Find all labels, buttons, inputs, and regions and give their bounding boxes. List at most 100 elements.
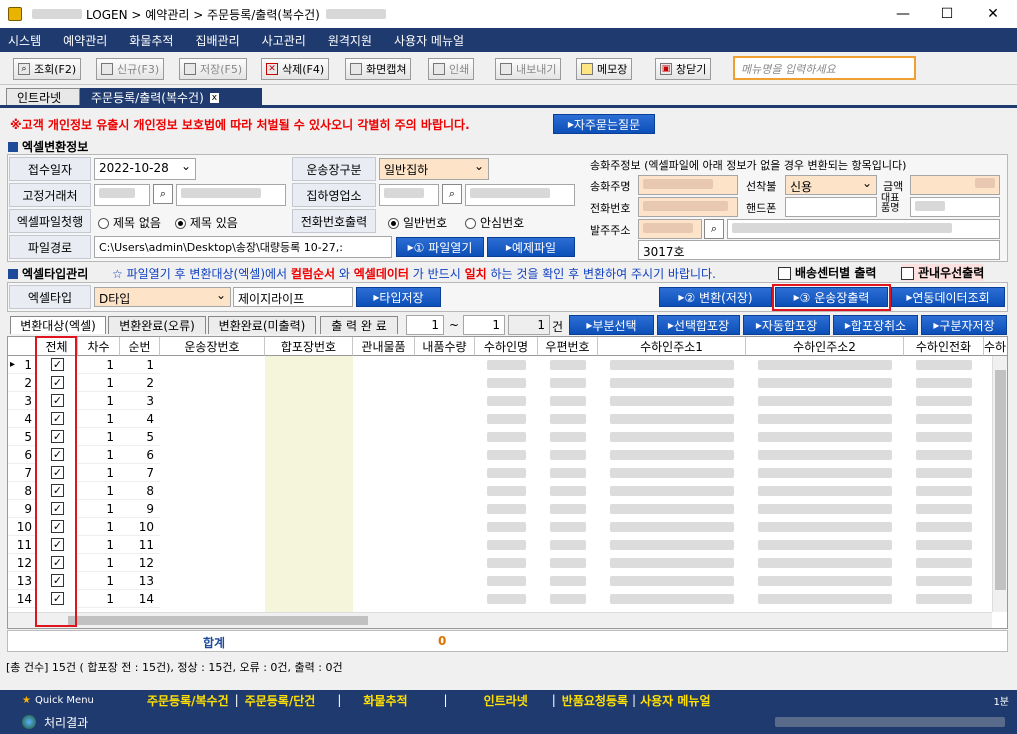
- range-to-input[interactable]: 1: [463, 315, 505, 335]
- capture-button[interactable]: 화면캡쳐: [345, 58, 412, 80]
- close-tab-button[interactable]: ▣ 창닫기: [655, 58, 712, 80]
- col-header-waybill[interactable]: 운송장번호: [160, 337, 265, 356]
- table-row[interactable]: 13 ✓ 1 13: [8, 572, 1002, 590]
- col-header-merge-no[interactable]: 합포장번호: [265, 337, 353, 356]
- new-button[interactable]: 신규(F3): [96, 58, 165, 80]
- range-from-input[interactable]: 1: [406, 315, 444, 335]
- quick-intranet[interactable]: 인트라넷: [484, 692, 528, 709]
- table-row[interactable]: 2 ✓ 1 2: [8, 374, 1002, 392]
- quick-tracking[interactable]: 화물추적: [363, 692, 407, 709]
- example-file-button[interactable]: ▸ 예제파일: [487, 237, 575, 257]
- item-name-input[interactable]: [910, 197, 1000, 217]
- minimize-button[interactable]: —: [880, 0, 926, 28]
- radio-title[interactable]: [174, 218, 186, 229]
- table-row[interactable]: 9 ✓ 1 9: [8, 500, 1002, 518]
- subtab-unprinted[interactable]: 변환완료(미출력): [208, 316, 316, 334]
- table-row[interactable]: 3 ✓ 1 3: [8, 392, 1002, 410]
- table-row[interactable]: 14 ✓ 1 14: [8, 590, 1002, 608]
- subtab-error[interactable]: 변환완료(오류): [108, 316, 206, 334]
- select-merge-button[interactable]: ▸ 선택합포장: [657, 315, 740, 335]
- convert-button[interactable]: ▸ ② 변환(저장): [659, 287, 772, 307]
- vertical-scrollbar[interactable]: [992, 356, 1007, 612]
- table-row[interactable]: 11 ✓ 1 11: [8, 536, 1002, 554]
- search-button[interactable]: ⌕ 조회(F2): [13, 58, 82, 80]
- excel-type-select[interactable]: D타입: [94, 287, 231, 307]
- partial-select-button[interactable]: ▸ 부분선택: [569, 315, 654, 335]
- pickup-office-code[interactable]: [379, 184, 439, 206]
- memo-button[interactable]: 메모장: [576, 58, 633, 80]
- menu-manual[interactable]: 사용자 메뉴얼: [394, 32, 464, 49]
- menu-remote[interactable]: 원격지원: [328, 32, 372, 49]
- center-print-checkbox[interactable]: 배송센터별 출력: [778, 264, 876, 281]
- address2-input[interactable]: 3017호: [638, 240, 1000, 260]
- col-header-addr2[interactable]: 수하인주소2: [746, 337, 904, 356]
- open-file-button[interactable]: ▸ ① 파일열기: [396, 237, 484, 257]
- auto-merge-button[interactable]: ▸ 자동합포장: [743, 315, 830, 335]
- sender-phone-input[interactable]: [638, 197, 738, 217]
- col-header-recv-name[interactable]: 수하인명: [475, 337, 538, 356]
- save-button[interactable]: 저장(F5): [179, 58, 248, 80]
- file-path-input[interactable]: C:\Users\admin\Desktop\송장\대량등록 10-27,:: [94, 236, 392, 258]
- subtab-printed[interactable]: 출 력 완 료: [320, 316, 398, 334]
- quick-order-single[interactable]: 주문등록/단건: [245, 692, 316, 709]
- menu-tracking[interactable]: 화물추적: [129, 32, 173, 49]
- zipcode-input[interactable]: [638, 219, 702, 239]
- col-header-local-item[interactable]: 관내물품: [353, 337, 415, 356]
- col-header-round[interactable]: 차수: [78, 337, 120, 356]
- fixed-client-search-icon[interactable]: ⌕: [153, 184, 173, 204]
- horizontal-scrollbar[interactable]: [8, 612, 992, 628]
- merge-cancel-button[interactable]: ▸ 합포장취소: [833, 315, 918, 335]
- col-header-recv-phone[interactable]: 수하인전화: [904, 337, 984, 356]
- tab-intranet[interactable]: 인트라넷: [6, 88, 80, 106]
- receipt-date-picker[interactable]: 2022-10-28: [94, 158, 196, 180]
- print-button[interactable]: 인쇄: [428, 58, 475, 80]
- radio-normal-number[interactable]: [388, 218, 399, 229]
- col-header-addr1[interactable]: 수하인주소1: [598, 337, 746, 356]
- tab-close-icon[interactable]: x: [209, 92, 220, 103]
- quick-order-multi[interactable]: 주문등록/복수건: [147, 692, 229, 709]
- menu-reservation[interactable]: 예약관리: [63, 32, 107, 49]
- tab-order[interactable]: 주문등록/출력(복수건) x: [80, 88, 262, 106]
- subtab-target[interactable]: 변환대상(엑셀): [10, 316, 106, 334]
- fixed-client-code[interactable]: [94, 184, 150, 206]
- priority-print-checkbox[interactable]: 관내우선출력: [901, 264, 985, 281]
- sender-name-input[interactable]: [638, 175, 738, 195]
- col-header-seq[interactable]: 순번: [120, 337, 160, 356]
- table-row[interactable]: 12 ✓ 1 12: [8, 554, 1002, 572]
- close-window-button[interactable]: ✕: [970, 0, 1016, 28]
- pay-type-select[interactable]: 신용: [785, 175, 877, 195]
- pickup-office-search-icon[interactable]: ⌕: [442, 184, 462, 204]
- table-row[interactable]: 10 ✓ 1 10: [8, 518, 1002, 536]
- table-row[interactable]: 4 ✓ 1 4: [8, 410, 1002, 428]
- type-save-button[interactable]: ▸ 타입저장: [356, 287, 441, 307]
- mobile-input[interactable]: [785, 197, 877, 217]
- quick-return[interactable]: 반품요청등록: [562, 692, 628, 709]
- col-header-recv[interactable]: 수하인: [984, 337, 1007, 356]
- export-button[interactable]: 내보내기: [495, 58, 562, 80]
- amount-input[interactable]: [910, 175, 1000, 195]
- menu-search-input[interactable]: 메뉴명을 입력하세요: [733, 56, 916, 80]
- link-data-button[interactable]: ▸ 연동데이터조회: [891, 287, 1005, 307]
- address1-input[interactable]: [727, 219, 1000, 239]
- waybill-type-select[interactable]: 일반집하: [379, 158, 489, 180]
- delimiter-save-button[interactable]: ▸ 구분자저장: [921, 315, 1007, 335]
- col-header-zip[interactable]: 우편번호: [538, 337, 598, 356]
- radio-safe-number[interactable]: [465, 218, 476, 229]
- table-row[interactable]: 7 ✓ 1 7: [8, 464, 1002, 482]
- type-name-input[interactable]: 제이지라이프: [233, 287, 353, 307]
- checkbox[interactable]: [901, 267, 914, 280]
- table-row[interactable]: 5 ✓ 1 5: [8, 428, 1002, 446]
- radio-no-title[interactable]: [98, 218, 109, 229]
- col-header-qty[interactable]: 내품수량: [415, 337, 475, 356]
- table-row[interactable]: ▸ 1 ✓ 1 1: [8, 356, 1002, 374]
- scrollbar-thumb[interactable]: [68, 616, 368, 625]
- delete-button[interactable]: ✕ 삭제(F4): [261, 58, 330, 80]
- scrollbar-thumb[interactable]: [995, 370, 1006, 590]
- menu-system[interactable]: 시스템: [8, 32, 41, 49]
- maximize-button[interactable]: ☐: [924, 0, 970, 28]
- address-search-icon[interactable]: ⌕: [704, 219, 724, 239]
- faq-button[interactable]: ▸ 자주묻는질문: [553, 114, 655, 134]
- table-row[interactable]: 6 ✓ 1 6: [8, 446, 1002, 464]
- quick-manual[interactable]: 사용자 메뉴얼: [640, 692, 710, 709]
- table-row[interactable]: 8 ✓ 1 8: [8, 482, 1002, 500]
